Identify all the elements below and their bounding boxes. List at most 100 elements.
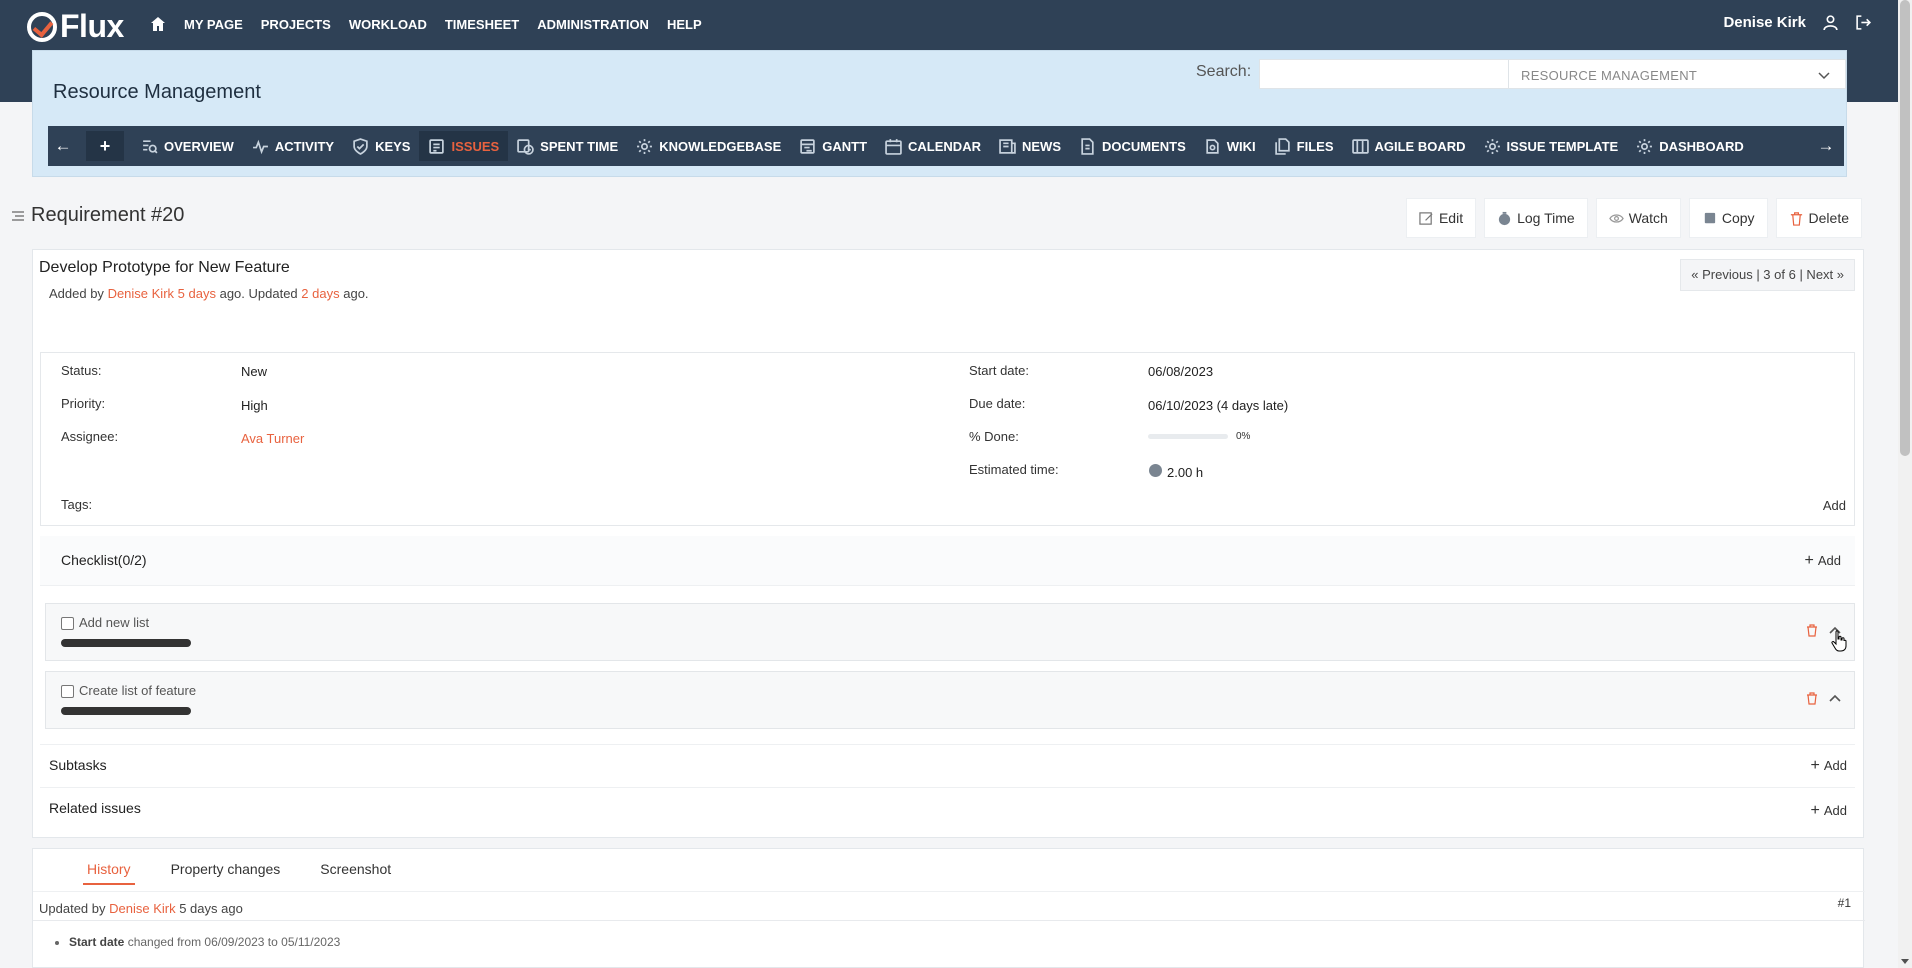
delete-button[interactable]: Delete xyxy=(1775,198,1862,238)
status-label: Status: xyxy=(61,363,102,378)
user-name[interactable]: Denise Kirk xyxy=(1723,14,1806,31)
checklist-item-progress xyxy=(61,639,191,647)
tab-activity[interactable]: ACTIVITY xyxy=(243,126,343,166)
checklist-checkbox[interactable] xyxy=(61,617,74,630)
tabs-back-arrow-icon[interactable]: ← xyxy=(48,136,78,156)
copy-icon xyxy=(1704,212,1715,223)
project-tabs: ← + OVERVIEW ACTIVITY KEYS ISSUES SPENT … xyxy=(48,126,1844,166)
history-panel: History Property changes Screenshot Upda… xyxy=(32,848,1865,968)
estimated-time-label: Estimated time: xyxy=(969,462,1059,477)
checklist-title: Checklist(0/2) xyxy=(61,552,147,568)
nav-my-page[interactable]: MY PAGE xyxy=(184,17,243,32)
assignee-label: Assignee: xyxy=(61,429,119,444)
checklist-item: Add new list xyxy=(45,603,1855,661)
home-icon[interactable] xyxy=(150,16,166,32)
flux-logo[interactable]: Flux xyxy=(27,8,124,45)
subtasks-section: Subtasks + Add xyxy=(40,744,1855,784)
nav-timesheet[interactable]: TIMESHEET xyxy=(445,17,519,32)
tab-documents[interactable]: DOCUMENTS xyxy=(1070,126,1195,166)
tab-overview[interactable]: OVERVIEW xyxy=(132,126,243,166)
add-tag-button[interactable]: Add xyxy=(1823,498,1846,513)
scroll-down-arrow-icon[interactable] xyxy=(1901,959,1909,964)
gantt-icon xyxy=(800,138,815,154)
activity-icon xyxy=(252,139,268,154)
tab-spent-time[interactable]: SPENT TIME xyxy=(508,126,627,166)
log-time-button[interactable]: Log Time xyxy=(1484,198,1588,238)
nav-help[interactable]: HELP xyxy=(667,17,702,32)
project-select[interactable]: RESOURCE MANAGEMENT xyxy=(1508,59,1846,89)
tab-news[interactable]: NEWS xyxy=(990,126,1070,166)
history-entry-number[interactable]: #1 xyxy=(1838,896,1851,910)
issue-subject: Develop Prototype for New Feature xyxy=(39,259,290,276)
tab-calendar[interactable]: CALENDAR xyxy=(876,126,990,166)
tags-label: Tags: xyxy=(61,497,93,512)
edit-button[interactable]: Edit xyxy=(1405,198,1477,238)
news-icon xyxy=(999,138,1016,154)
chevron-up-icon[interactable] xyxy=(1828,692,1842,704)
tab-keys[interactable]: KEYS xyxy=(343,126,419,166)
done-progress-bar xyxy=(1148,434,1228,439)
scrollbar-thumb[interactable] xyxy=(1900,0,1910,456)
added-ago-link[interactable]: 5 days xyxy=(178,286,216,301)
tab-gantt[interactable]: GANTT xyxy=(790,126,876,166)
wiki-icon xyxy=(1206,138,1219,154)
tab-wiki[interactable]: WIKI xyxy=(1195,126,1265,166)
add-subtask-button[interactable]: + Add xyxy=(1811,757,1847,775)
gear-icon xyxy=(637,138,653,154)
tab-dashboard[interactable]: DASHBOARD xyxy=(1627,126,1753,166)
tab-screenshot[interactable]: Screenshot xyxy=(300,861,411,885)
overview-icon xyxy=(143,139,158,153)
updated-ago-link[interactable]: 2 days xyxy=(301,286,339,301)
tab-knowledgebase[interactable]: KNOWLEDGEBASE xyxy=(627,126,790,166)
priority-label: Priority: xyxy=(61,396,106,411)
files-icon xyxy=(1274,137,1290,155)
nav-workload[interactable]: WORKLOAD xyxy=(349,17,427,32)
page-scrollbar[interactable] xyxy=(1898,0,1912,968)
start-date-label: Start date: xyxy=(969,363,1029,378)
tab-property-changes[interactable]: Property changes xyxy=(151,861,301,885)
history-author-link[interactable]: Denise Kirk xyxy=(109,901,175,916)
tab-files[interactable]: FILES xyxy=(1265,126,1343,166)
estimated-time-value: 2.00 h xyxy=(1167,465,1204,480)
checklist-header: Checklist(0/2) + Add xyxy=(40,536,1855,586)
checklist-item: Create list of feature xyxy=(45,671,1855,729)
checklist-item-label: Add new list xyxy=(79,615,150,630)
trash-icon[interactable] xyxy=(1806,624,1818,637)
copy-button[interactable]: Copy xyxy=(1688,198,1768,238)
tab-issue-template[interactable]: ISSUE TEMPLATE xyxy=(1475,126,1628,166)
main-nav: MY PAGE PROJECTS WORKLOAD TIMESHEET ADMI… xyxy=(150,16,702,32)
new-item-button[interactable]: + xyxy=(86,131,124,161)
watch-button[interactable]: Watch xyxy=(1595,198,1681,238)
hand-cursor-icon xyxy=(1831,630,1847,652)
search-input[interactable] xyxy=(1259,59,1536,89)
sidebar-toggle-icon[interactable] xyxy=(11,209,25,223)
nav-administration[interactable]: ADMINISTRATION xyxy=(537,17,649,32)
trash-icon xyxy=(1790,211,1802,226)
issue-heading: Requirement #20 xyxy=(31,204,185,226)
search-label: Search: xyxy=(1196,63,1252,80)
add-checklist-button[interactable]: + Add xyxy=(1805,552,1841,570)
stopwatch-icon xyxy=(1498,211,1511,225)
author-link[interactable]: Denise Kirk xyxy=(108,286,174,301)
user-icon[interactable] xyxy=(1822,14,1839,31)
tab-history[interactable]: History xyxy=(83,861,135,885)
checklist-checkbox[interactable] xyxy=(61,685,74,698)
add-related-issue-button[interactable]: + Add xyxy=(1811,802,1847,820)
tab-agile-board[interactable]: AGILE BOARD xyxy=(1343,126,1475,166)
related-issues-title: Related issues xyxy=(49,800,141,816)
eye-icon xyxy=(1608,213,1624,223)
priority-value: High xyxy=(241,398,268,413)
logout-icon[interactable] xyxy=(1855,14,1872,31)
nav-projects[interactable]: PROJECTS xyxy=(261,17,331,32)
chevron-down-icon xyxy=(1818,72,1830,80)
edit-icon xyxy=(1419,211,1433,225)
tabs-forward-arrow-icon[interactable]: → xyxy=(1808,136,1844,156)
issue-pager[interactable]: « Previous | 3 of 6 | Next » xyxy=(1680,259,1855,291)
assignee-link[interactable]: Ava Turner xyxy=(241,431,304,446)
calendar-icon xyxy=(885,138,902,155)
divider xyxy=(33,920,1865,921)
start-date-value: 06/08/2023 xyxy=(1148,364,1214,379)
tab-issues[interactable]: ISSUES xyxy=(419,131,509,161)
trash-icon[interactable] xyxy=(1806,692,1818,705)
document-icon xyxy=(1081,137,1094,155)
